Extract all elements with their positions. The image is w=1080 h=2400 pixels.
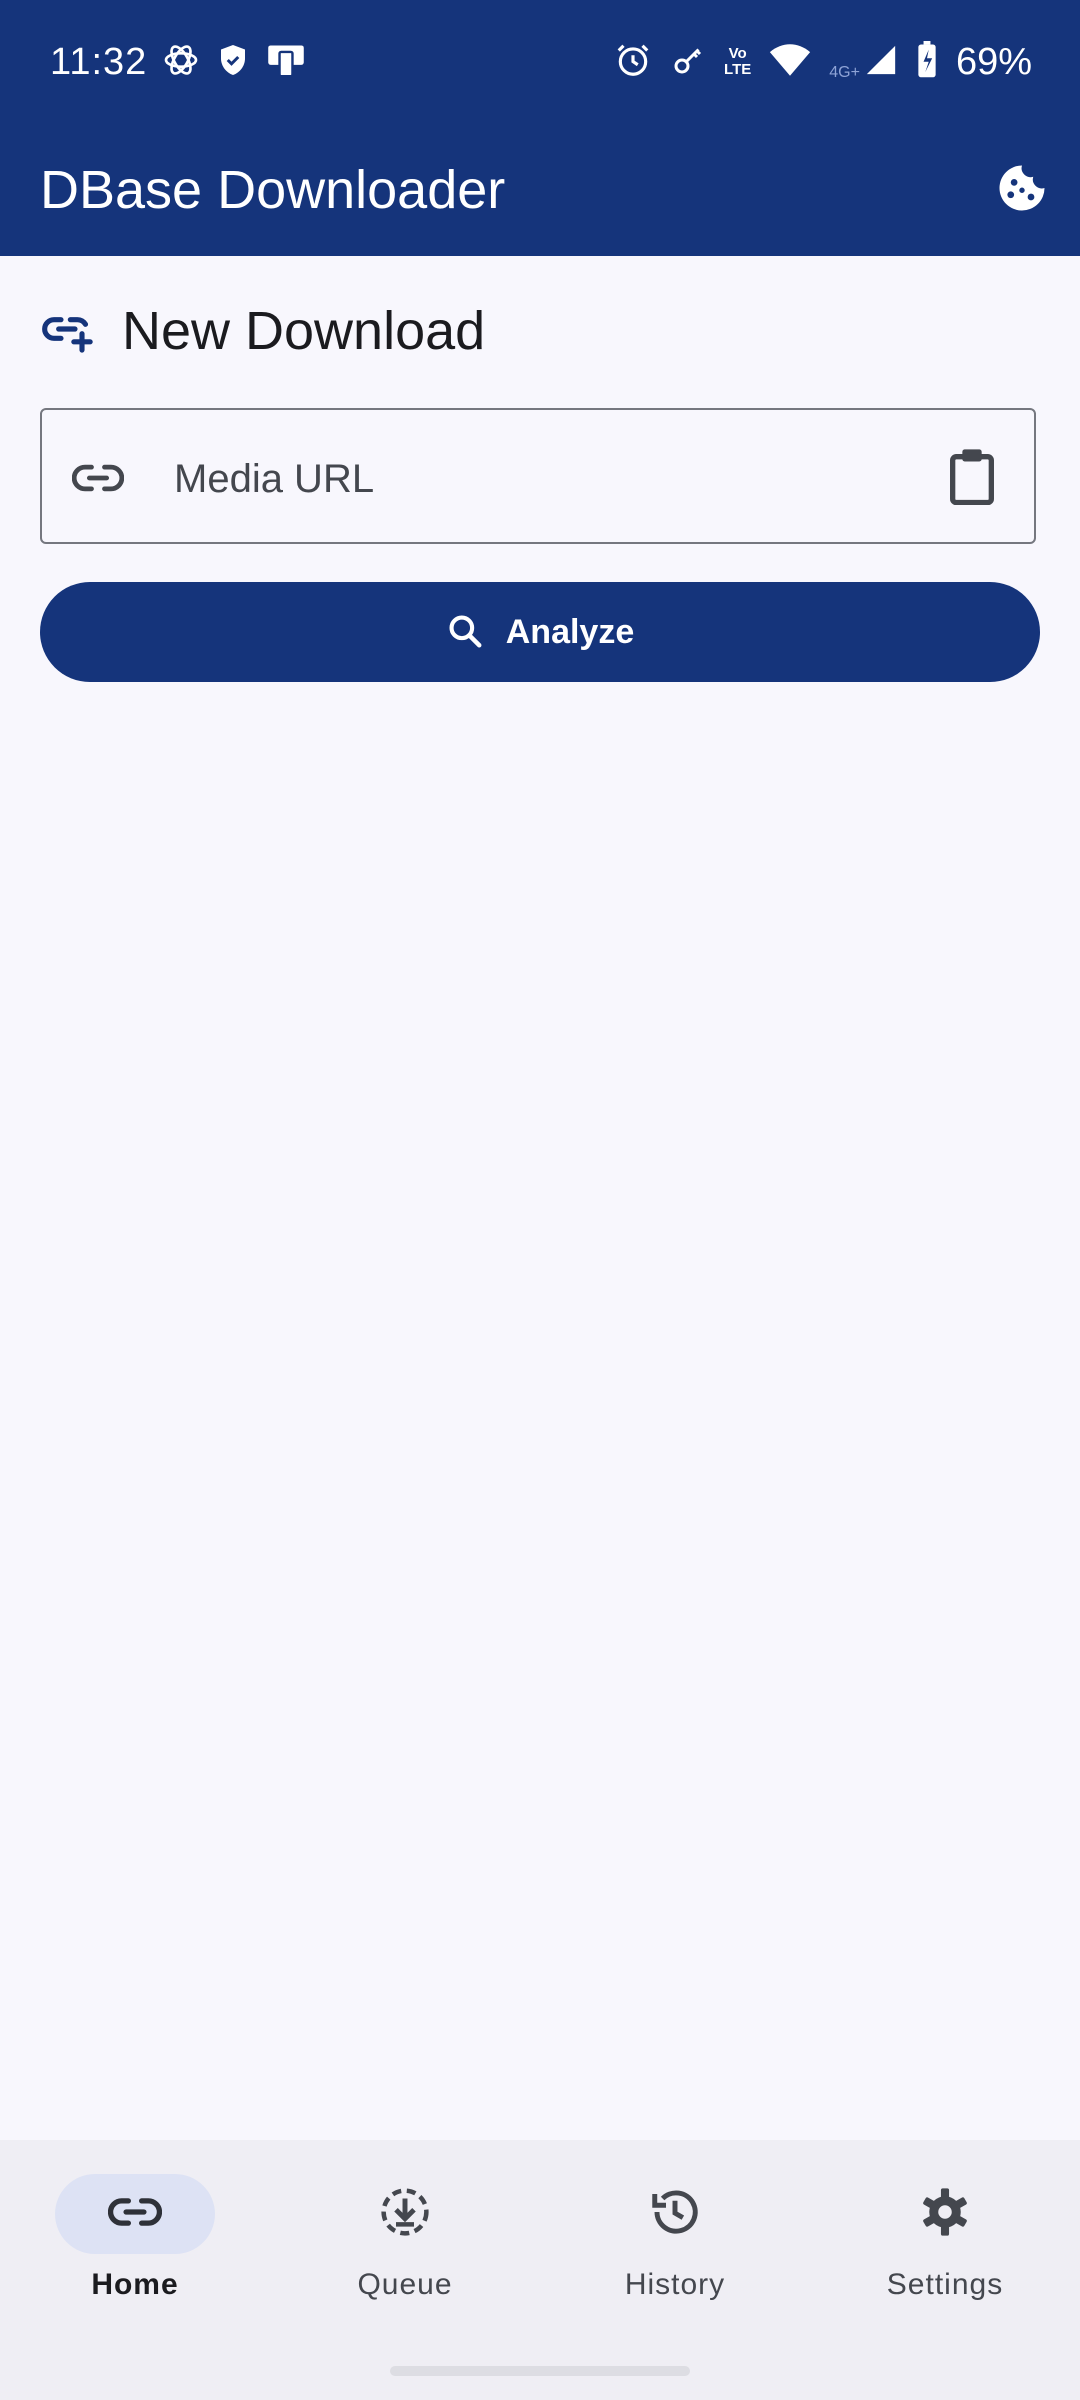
- nav-item-settings[interactable]: Settings: [810, 2174, 1080, 2334]
- nav-indicator: [865, 2174, 1025, 2254]
- volte-bottom: LTE: [724, 61, 752, 78]
- wifi-icon: [769, 42, 811, 83]
- section-title: New Download: [122, 301, 486, 361]
- bottom-navigation: Home Queue History Settings: [0, 2140, 1080, 2400]
- nav-indicator: [55, 2174, 215, 2254]
- nav-item-history[interactable]: History: [540, 2174, 810, 2334]
- cell-signal-icon: [864, 43, 898, 82]
- media-url-input[interactable]: [172, 440, 936, 518]
- nav-indicator: [595, 2174, 755, 2254]
- nav-label-settings: Settings: [886, 2268, 1004, 2301]
- alarm-icon: [614, 41, 652, 84]
- status-left: 11:32: [50, 36, 307, 88]
- ai-app-icon: [161, 40, 201, 85]
- nav-label-history: History: [624, 2268, 726, 2301]
- section-header: New Download: [40, 296, 485, 366]
- nav-label-home: Home: [91, 2268, 179, 2301]
- nav-item-home[interactable]: Home: [0, 2174, 270, 2334]
- clipboard-icon: [947, 447, 997, 510]
- app-bar: DBase Downloader: [0, 124, 1080, 256]
- status-time: 11:32: [50, 40, 148, 83]
- download-circle-icon: [378, 2185, 432, 2244]
- nav-indicator: [325, 2174, 485, 2254]
- status-right: Vo LTE 4G+ 69%: [614, 36, 1032, 88]
- status-bar: 11:32 Vo LTE 4G+ 69%: [0, 0, 1080, 124]
- app-title: DBase Downloader: [40, 160, 506, 220]
- link-icon: [71, 456, 125, 505]
- history-icon: [648, 2185, 702, 2244]
- add-link-icon: [40, 301, 96, 362]
- search-icon: [446, 612, 484, 653]
- cookie-button[interactable]: [994, 162, 1050, 218]
- nav-item-queue[interactable]: Queue: [270, 2174, 540, 2334]
- network-type: 4G+: [829, 64, 860, 81]
- paste-button[interactable]: [940, 446, 1004, 510]
- battery-percentage: 69%: [955, 40, 1032, 83]
- key-icon: [670, 42, 706, 83]
- link-icon: [107, 2192, 163, 2237]
- gesture-handle[interactable]: [390, 2366, 690, 2376]
- shield-icon: [215, 42, 251, 83]
- nav-label-queue: Queue: [357, 2268, 453, 2301]
- analyze-label: Analyze: [505, 612, 635, 651]
- cast-device-icon: [265, 40, 307, 85]
- battery-charging-icon: [916, 40, 938, 84]
- volte-top: Vo: [728, 45, 747, 62]
- volte-indicator: Vo LTE: [724, 46, 751, 78]
- media-url-field[interactable]: [40, 408, 1036, 544]
- cookie-icon: [995, 161, 1049, 220]
- analyze-button[interactable]: Analyze: [40, 582, 1040, 682]
- gear-icon: [918, 2185, 972, 2244]
